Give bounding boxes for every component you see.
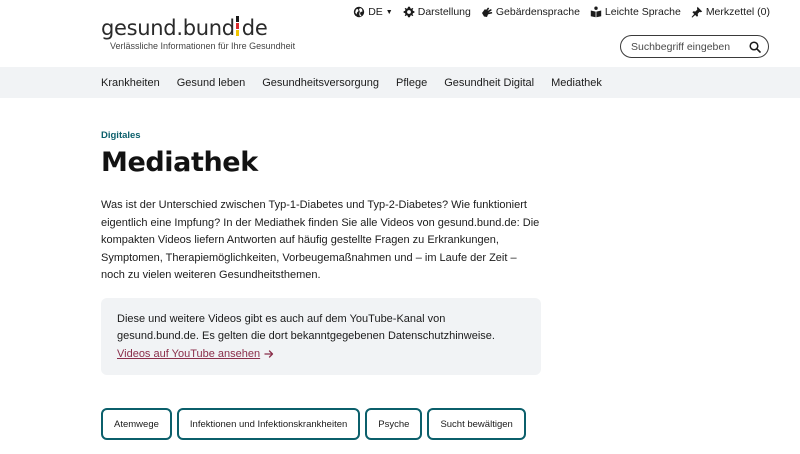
- bookmarks-label: Merkzettel (0): [705, 6, 770, 18]
- site-logo[interactable]: gesund.bund de Verlässliche Informationen…: [101, 14, 295, 51]
- display-label: Darstellung: [417, 6, 471, 18]
- nav-item-gesundheit-digital[interactable]: Gesundheit Digital: [444, 77, 534, 89]
- pin-icon: [691, 6, 703, 18]
- logo-flag-mark: [235, 16, 239, 38]
- topic-filter-chips: Atemwege Infektionen und Infektionskrank…: [101, 408, 526, 440]
- nav-item-pflege[interactable]: Pflege: [396, 77, 427, 89]
- language-switcher[interactable]: DE ▼: [353, 6, 393, 18]
- intro-text: Was ist der Unterschied zwischen Typ-1-D…: [101, 199, 540, 282]
- nav-item-gesund-leben[interactable]: Gesund leben: [177, 77, 246, 89]
- site-header: gesund.bund de Verlässliche Informationen…: [0, 0, 800, 67]
- logo-tagline: Verlässliche Informationen für Ihre Gesu…: [110, 41, 296, 51]
- search-icon[interactable]: [749, 40, 761, 53]
- nav-item-mediathek[interactable]: Mediathek: [551, 77, 602, 89]
- gear-icon: [403, 6, 415, 18]
- youtube-notice: Diese und weitere Videos gibt es auch au…: [101, 298, 541, 375]
- language-label: DE: [368, 6, 383, 18]
- easy-language-link[interactable]: Leichte Sprache: [590, 6, 681, 18]
- logo-wordmark: gesund.bund de: [101, 14, 268, 42]
- search-box[interactable]: [620, 35, 769, 58]
- main-nav: Krankheiten Gesund leben Gesundheitsvers…: [0, 67, 800, 98]
- main-content: Digitales Mediathek Was ist der Untersch…: [101, 130, 561, 281]
- globe-icon: [354, 6, 365, 18]
- chip-sucht-bewaeltigen[interactable]: Sucht bewältigen: [427, 408, 526, 440]
- youtube-link[interactable]: Videos auf YouTube ansehen: [117, 346, 274, 363]
- arrow-right-icon: [264, 350, 274, 358]
- chip-infektionen[interactable]: Infektionen und Infektionskrankheiten: [176, 408, 361, 440]
- display-settings-button[interactable]: Darstellung: [403, 6, 471, 18]
- page-title: Mediathek: [101, 147, 258, 178]
- youtube-link-label: Videos auf YouTube ansehen: [117, 347, 261, 360]
- utility-nav: DE ▼ Darstellung Gebärdensprache Leichte …: [353, 6, 770, 18]
- logo-wordmark-right: de: [241, 16, 268, 40]
- nav-item-krankheiten[interactable]: Krankheiten: [101, 77, 160, 89]
- easy-language-label: Leichte Sprache: [604, 6, 681, 18]
- page-kicker: Digitales: [101, 130, 141, 141]
- search-input[interactable]: [631, 40, 749, 53]
- sign-language-icon: [481, 7, 493, 17]
- sign-language-link[interactable]: Gebärdensprache: [481, 6, 580, 18]
- book-reader-icon: [590, 6, 602, 18]
- nav-item-gesundheitsversorgung[interactable]: Gesundheitsversorgung: [262, 77, 379, 89]
- sign-language-label: Gebärdensprache: [495, 6, 580, 18]
- notice-text: Diese und weitere Videos gibt es auch au…: [117, 313, 495, 343]
- logo-wordmark-left: gesund.bund: [101, 16, 235, 40]
- chip-atemwege[interactable]: Atemwege: [101, 408, 172, 440]
- bookmarks-link[interactable]: Merkzettel (0): [691, 6, 770, 18]
- chevron-down-icon: ▼: [385, 8, 393, 16]
- chip-psyche[interactable]: Psyche: [365, 408, 423, 440]
